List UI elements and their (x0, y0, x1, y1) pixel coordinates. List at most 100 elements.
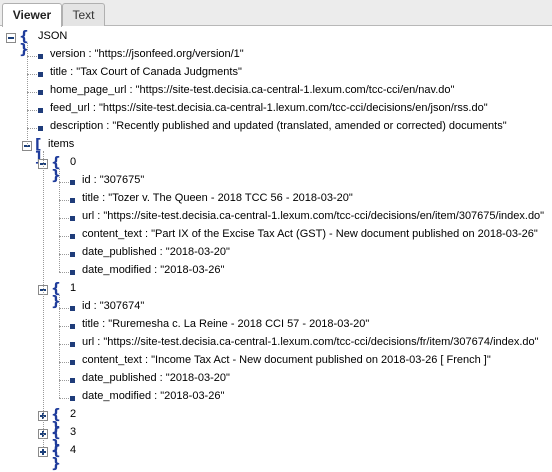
item-2-label: 2 (70, 408, 77, 420)
bullet-icon (70, 306, 75, 311)
property-key: home_page_url (50, 84, 127, 96)
tree-guide-line (59, 380, 69, 381)
property-key: id (82, 300, 91, 312)
property-value: "Tax Court of Canada Judgments" (76, 66, 242, 78)
property-key: title (82, 192, 100, 204)
item-4-toggle[interactable] (38, 447, 48, 457)
property-value: "Tozer v. The Queen - 2018 TCC 56 - 2018… (108, 192, 353, 204)
root-node-toggle[interactable] (6, 33, 16, 43)
property-separator: : (67, 66, 77, 78)
tree-guide-line (59, 326, 69, 327)
property-separator: : (99, 318, 109, 330)
tree-guide-line (59, 236, 69, 237)
item-1-prop-id: id : "307674" (82, 300, 144, 312)
property-key: id (82, 174, 91, 186)
property-key: date_published (82, 246, 157, 258)
item-0-prop-content_text: content_text : "Part IX of the Excise Ta… (82, 228, 538, 240)
tree-guide-line (27, 43, 28, 146)
property-key: url (82, 210, 95, 222)
bullet-icon (70, 234, 75, 239)
property-separator: : (156, 246, 166, 258)
item-1-prop-date_published: date_published : "2018-03-20" (82, 372, 230, 384)
tree-guide-line (59, 182, 69, 183)
root-prop-title: title : "Tax Court of Canada Judgments" (50, 66, 242, 78)
root-prop-home_page_url: home_page_url : "https://site-test.decis… (50, 84, 454, 96)
property-value: "307675" (99, 174, 145, 186)
property-separator: : (141, 354, 152, 366)
bullet-icon (70, 324, 75, 329)
property-separator: : (90, 174, 100, 186)
property-value: "307674" (99, 300, 145, 312)
tree-guide-line (27, 92, 37, 93)
property-separator: : (141, 228, 152, 240)
property-value: "Ruremesha c. La Reine - 2018 CCI 57 - 2… (108, 318, 370, 330)
property-separator: : (85, 48, 95, 60)
object-icon: { } (51, 425, 61, 454)
property-value: "Part IX of the Excise Tax Act (GST) - N… (151, 228, 538, 240)
tree-guide-line (59, 218, 69, 219)
item-0-prop-title: title : "Tozer v. The Queen - 2018 TCC 5… (82, 192, 353, 204)
tree-guide-line (59, 362, 69, 363)
bullet-icon (38, 72, 43, 77)
bullet-icon (70, 198, 75, 203)
tree-guide-line (59, 398, 69, 399)
tab-viewer[interactable]: Viewer (2, 3, 62, 27)
bullet-icon (38, 90, 43, 95)
item-3-label: 3 (70, 426, 77, 438)
property-value: "2018-03-20" (165, 246, 230, 258)
property-separator: : (126, 84, 136, 96)
property-key: date_modified (82, 264, 152, 276)
property-key: date_published (82, 372, 157, 384)
tree-guide-line (59, 200, 69, 201)
tree-guide-line (59, 295, 60, 398)
property-separator: : (151, 390, 161, 402)
property-separator: : (99, 192, 109, 204)
bullet-icon (38, 54, 43, 59)
item-1-prop-date_modified: date_modified : "2018-03-26" (82, 390, 224, 402)
array-icon: [ ] (35, 137, 41, 166)
root-node-label: JSON (38, 30, 68, 42)
root-prop-description: description : "Recently published and up… (50, 120, 507, 132)
property-key: version (50, 48, 86, 60)
bullet-icon (70, 252, 75, 257)
item-0-label: 0 (70, 156, 77, 168)
bullet-icon (70, 216, 75, 221)
property-separator: : (90, 300, 100, 312)
tree-guide-line (43, 151, 44, 447)
property-value: "https://jsonfeed.org/version/1" (94, 48, 244, 60)
root-prop-version: version : "https://jsonfeed.org/version/… (50, 48, 244, 60)
property-key: title (82, 318, 100, 330)
tab-bar: Viewer Text (0, 0, 552, 27)
property-key: feed_url (50, 102, 90, 114)
property-value: "2018-03-26" (160, 264, 225, 276)
property-value: "https://site-test.decisia.ca-central-1.… (103, 210, 545, 222)
property-separator: : (89, 102, 99, 114)
tree-guide-line (27, 56, 37, 57)
object-icon: { } (51, 443, 61, 472)
bullet-icon (70, 360, 75, 365)
bullet-icon (70, 180, 75, 185)
tab-text[interactable]: Text (62, 3, 105, 26)
property-value: "2018-03-26" (160, 390, 225, 402)
item-1-prop-title: title : "Ruremesha c. La Reine - 2018 CC… (82, 318, 369, 330)
property-value: "https://site-test.decisia.ca-central-1.… (103, 336, 539, 348)
property-value: "https://site-test.decisia.ca-central-1.… (98, 102, 488, 114)
object-icon: { } (51, 407, 61, 436)
property-value: "Income Tax Act - New document published… (151, 354, 491, 366)
item-1-prop-content_text: content_text : "Income Tax Act - New doc… (82, 354, 491, 366)
bullet-icon (70, 378, 75, 383)
item-0-prop-date_published: date_published : "2018-03-20" (82, 246, 230, 258)
property-separator: : (151, 264, 161, 276)
items-node-label: items (48, 138, 75, 150)
property-key: description (50, 120, 104, 132)
tree-guide-line (59, 169, 60, 272)
property-value: "Recently published and updated (transla… (112, 120, 507, 132)
tree-guide-line (59, 272, 69, 273)
tree-guide-line (27, 110, 37, 111)
bullet-icon (38, 108, 43, 113)
property-key: title (50, 66, 68, 78)
item-0-prop-url: url : "https://site-test.decisia.ca-cent… (82, 210, 544, 222)
tree-guide-line (27, 128, 37, 129)
tree-guide-line (59, 254, 69, 255)
root-prop-feed_url: feed_url : "https://site-test.decisia.ca… (50, 102, 488, 114)
